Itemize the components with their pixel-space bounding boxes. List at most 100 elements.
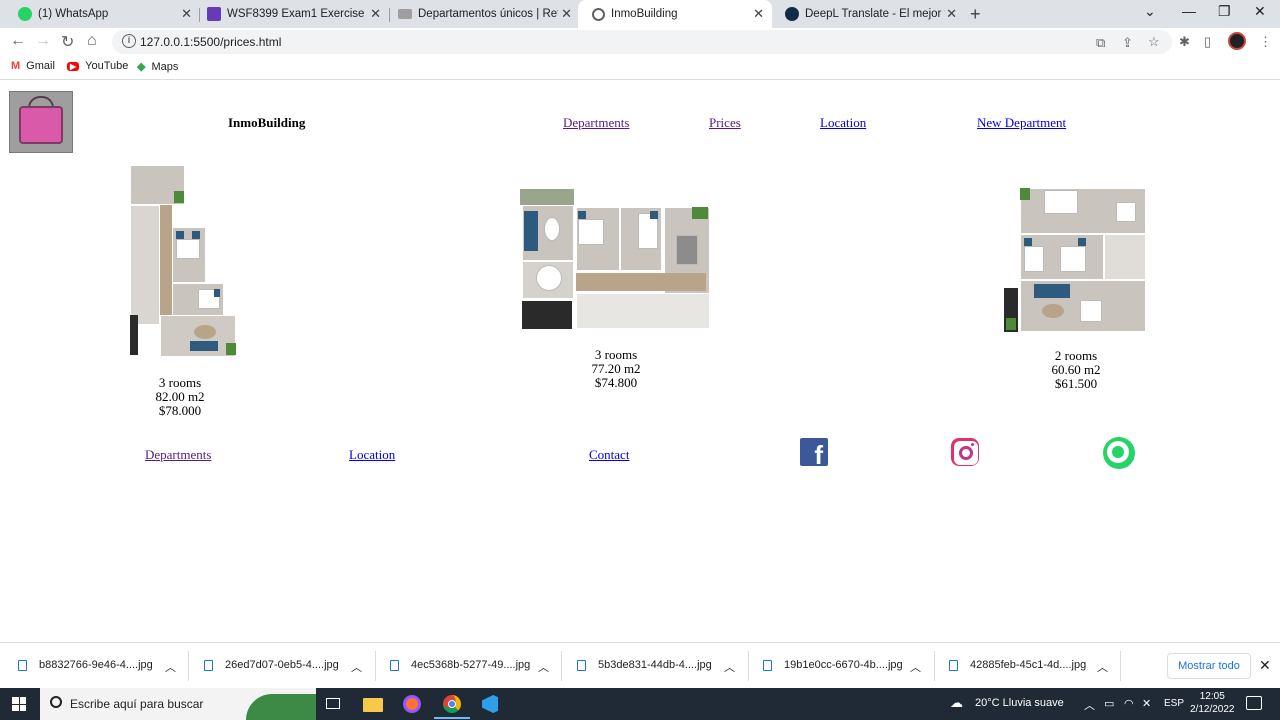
plan-plant <box>174 191 184 203</box>
site-info-icon[interactable]: i <box>122 34 136 48</box>
firefox-icon[interactable] <box>402 694 422 714</box>
tab-deepl[interactable]: DeepL Translate - El mejor tradu ✕ <box>771 0 965 28</box>
nav-location-link[interactable]: Location <box>820 115 866 131</box>
profile-avatar[interactable] <box>1228 32 1246 50</box>
close-icon[interactable]: ✕ <box>181 6 192 22</box>
plan-plant <box>226 343 236 355</box>
divider <box>188 651 189 681</box>
weather-text[interactable]: 20°C Lluvia suave <box>975 697 1064 709</box>
search-icon <box>50 696 62 708</box>
clock[interactable]: 12:05 2/12/2022 <box>1190 690 1235 716</box>
plan-pillow <box>578 211 586 219</box>
bookmark-label: Maps <box>151 60 179 73</box>
task-view-icon[interactable] <box>324 694 344 714</box>
close-icon[interactable]: ✕ <box>561 6 572 22</box>
file-icon <box>577 659 586 671</box>
download-item[interactable]: 19b1e0cc-6670-4b....jpg <box>763 659 903 671</box>
bookmark-gmail[interactable]: M Gmail <box>11 60 55 72</box>
restore-icon[interactable]: ❐ <box>1218 3 1231 20</box>
close-downloads-icon[interactable]: ✕ <box>1259 657 1271 674</box>
facebook-icon[interactable]: f <box>800 438 828 466</box>
chevron-up-icon[interactable]: ︿ <box>351 659 362 675</box>
bookmark-youtube[interactable]: ▶ YouTube <box>67 60 128 72</box>
language-indicator[interactable]: ESP <box>1164 698 1184 709</box>
site-favicon-icon <box>398 9 412 19</box>
footer-departments-link[interactable]: Departments <box>145 447 211 463</box>
chevron-up-icon[interactable]: ︿ <box>724 659 735 675</box>
new-tab-icon[interactable]: + <box>970 4 981 25</box>
translate-icon[interactable]: ⧉ <box>1096 35 1105 51</box>
close-icon[interactable]: ✕ <box>753 6 764 22</box>
close-icon[interactable]: ✕ <box>946 6 957 22</box>
download-item[interactable]: 26ed7d07-0eb5-4....jpg <box>204 659 339 671</box>
plan-bathrooms <box>576 293 710 329</box>
chevron-up-icon[interactable]: ︿ <box>1084 697 1095 713</box>
show-all-button[interactable]: Mostrar todo <box>1167 653 1251 679</box>
notification-icon[interactable] <box>1246 696 1262 710</box>
chevron-up-icon[interactable]: ︿ <box>538 659 549 675</box>
bookmark-maps[interactable]: ◆ Maps <box>137 60 179 74</box>
bookmark-star-icon[interactable]: ☆ <box>1148 34 1160 50</box>
windows-start-icon[interactable] <box>12 697 26 711</box>
share-icon[interactable]: ⇪ <box>1122 35 1133 51</box>
extensions-icon[interactable]: ✱ <box>1179 34 1190 50</box>
forward-icon[interactable]: → <box>35 32 51 50</box>
chevron-up-icon[interactable]: ︿ <box>910 659 921 675</box>
divider <box>561 651 562 681</box>
whatsapp-favicon-icon <box>18 7 32 21</box>
tab-retamo[interactable]: Departamentos únicos | Retamo ✕ <box>384 0 580 28</box>
home-icon[interactable]: ⌂ <box>87 32 97 50</box>
download-item[interactable]: 4ec5368b-5277-49....jpg <box>390 659 530 671</box>
meet-icon[interactable]: ▭ <box>1104 697 1114 710</box>
plan-sofa <box>524 211 538 251</box>
reload-icon[interactable]: ↻ <box>61 32 74 52</box>
weather-cloud-icon[interactable]: ☁ <box>950 695 963 711</box>
download-item[interactable]: 42885feb-45c1-4d....jpg <box>949 659 1086 671</box>
bag-shape <box>19 106 63 144</box>
footer-contact-link[interactable]: Contact <box>589 447 629 463</box>
clock-time: 12:05 <box>1199 691 1225 702</box>
volume-muted-icon[interactable]: ✕ <box>1142 697 1151 710</box>
menu-kebab-icon[interactable]: ⋮ <box>1259 34 1272 50</box>
tab-exam[interactable]: WSF8399 Exam1 Exercise ✕ <box>193 0 389 28</box>
tab-search-chevron-icon[interactable]: ⌄ <box>1144 3 1156 20</box>
chevron-up-icon[interactable]: ︿ <box>1097 659 1108 675</box>
logo-image[interactable] <box>9 91 73 153</box>
plan-terrace <box>520 189 574 205</box>
address-bar[interactable]: i 127.0.0.1:5500/prices.html ⧉ ⇪ ☆ <box>112 30 1172 54</box>
window-close-icon[interactable]: ✕ <box>1254 3 1266 20</box>
close-icon[interactable]: ✕ <box>370 6 381 22</box>
download-item[interactable]: 5b3de831-44db-4....jpg <box>577 659 712 671</box>
nav-departments-link[interactable]: Departments <box>563 115 629 131</box>
download-item[interactable]: b8832766-9e46-4....jpg <box>18 659 153 671</box>
plan-bed <box>1044 190 1078 214</box>
plan-corridor <box>576 273 706 291</box>
apartment-price: $78.000 <box>158 403 202 418</box>
bookmark-label: YouTube <box>85 60 129 72</box>
tab-title: InmoBuilding <box>611 8 678 20</box>
tab-inmobuilding[interactable]: InmoBuilding ✕ <box>578 0 772 28</box>
chevron-up-icon[interactable]: ︿ <box>165 659 176 675</box>
side-panel-icon[interactable]: ▯ <box>1204 34 1211 50</box>
floor-plan-image-3 <box>1004 188 1146 332</box>
file-explorer-icon[interactable] <box>363 694 383 714</box>
vscode-icon[interactable] <box>480 694 500 714</box>
plan-sofa <box>1034 284 1070 298</box>
footer-location-link[interactable]: Location <box>349 447 395 463</box>
forms-favicon-icon <box>207 7 221 21</box>
tab-strip: (1) WhatsApp ✕ WSF8399 Exam1 Exercise ✕ … <box>0 0 1280 28</box>
instagram-dot <box>971 443 974 446</box>
back-icon[interactable]: ← <box>10 32 26 50</box>
wifi-icon[interactable]: ◠ <box>1124 697 1134 710</box>
apartment-area: 60.60 m2 <box>1051 362 1101 377</box>
plan-sofa <box>190 341 218 351</box>
nav-prices-link[interactable]: Prices <box>709 115 741 131</box>
nav-new-department-link[interactable]: New Department <box>977 115 1066 131</box>
chrome-icon[interactable] <box>434 694 470 719</box>
tab-whatsapp[interactable]: (1) WhatsApp ✕ <box>4 0 200 28</box>
taskbar-search-box[interactable]: Escribe aquí para buscar <box>40 688 316 720</box>
whatsapp-icon[interactable] <box>1103 437 1135 469</box>
instagram-icon[interactable] <box>951 438 979 466</box>
floor-plan-image-2 <box>520 189 710 329</box>
minimize-icon[interactable]: — <box>1182 3 1196 19</box>
